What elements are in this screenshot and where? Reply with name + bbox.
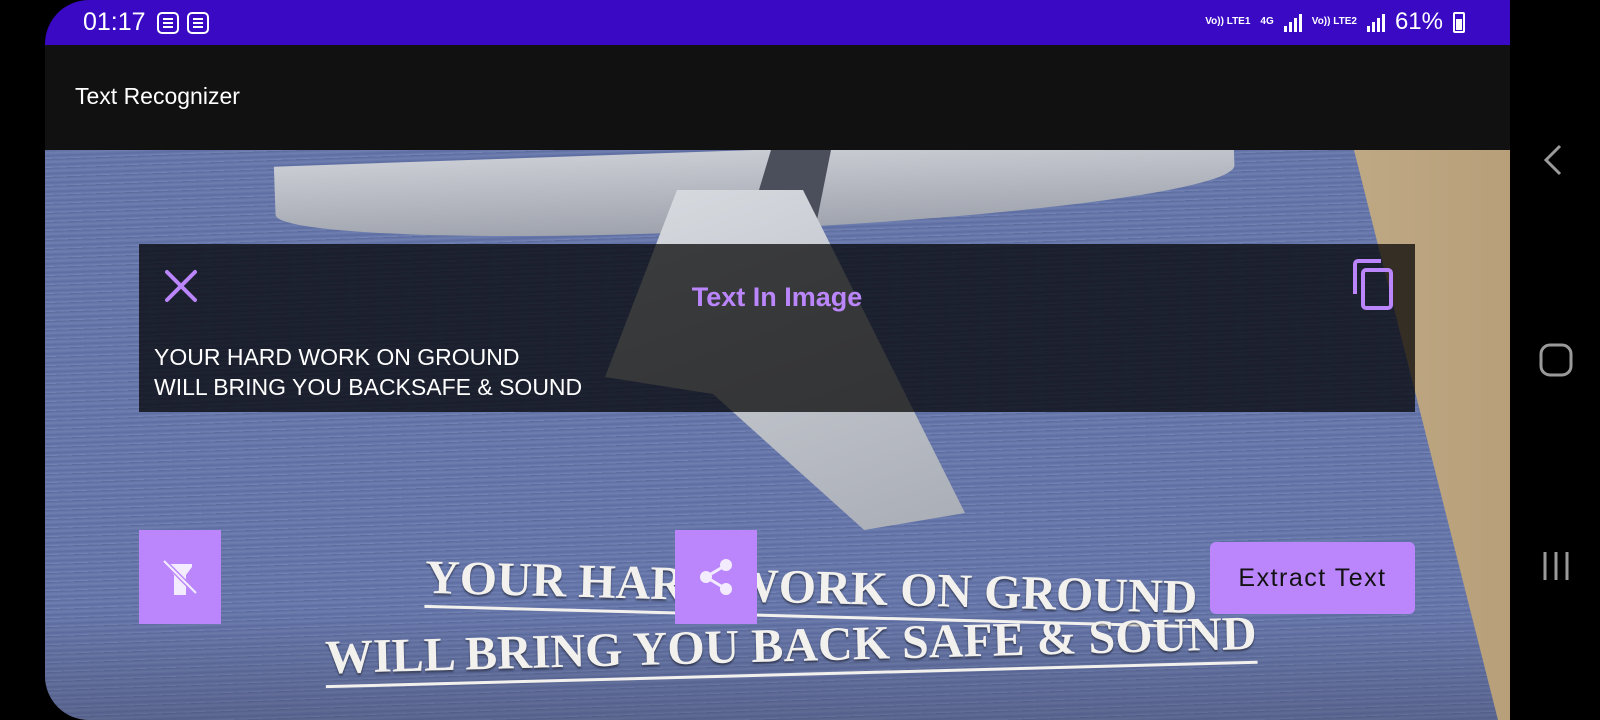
share-icon [700, 559, 732, 595]
status-bar: 01:17 Vo)) LTE1 4G Vo)) LTE2 61% [45, 0, 1510, 45]
network-lte1: Vo)) LTE1 [1205, 16, 1251, 27]
notification-icon [157, 12, 179, 34]
system-nav-bar [1510, 0, 1600, 720]
result-panel: Text In Image YOUR HARD WORK ON GROUND W… [139, 244, 1415, 412]
notification-icon [187, 12, 209, 34]
recognized-text[interactable]: YOUR HARD WORK ON GROUND WILL BRING YOU … [154, 342, 582, 402]
home-icon[interactable] [1538, 342, 1574, 378]
signal-icon [1366, 12, 1385, 32]
network-lte2: Vo)) LTE2 [1311, 16, 1357, 27]
flashlight-off-icon [162, 559, 198, 595]
app-screen: 01:17 Vo)) LTE1 4G Vo)) LTE2 61% Text Re… [45, 0, 1510, 720]
panel-title: Text In Image [691, 282, 863, 312]
recents-icon[interactable] [1538, 548, 1574, 584]
signal-icon [1283, 12, 1302, 32]
battery-percent: 61% [1394, 8, 1443, 35]
back-icon[interactable] [1538, 140, 1570, 180]
camera-preview: YOUR HARD WORK ON GROUND WILL BRING YOU … [45, 150, 1510, 720]
copy-icon[interactable] [1349, 258, 1397, 312]
battery-icon [1453, 11, 1465, 33]
extract-text-button[interactable]: Extract Text [1210, 542, 1415, 614]
flashlight-toggle-button[interactable] [139, 530, 221, 624]
background-wall [1354, 150, 1510, 720]
status-indicators: Vo)) LTE1 4G Vo)) LTE2 61% [1205, 8, 1465, 36]
app-bar: Text Recognizer [45, 45, 1510, 150]
status-time: 01:17 [83, 8, 146, 36]
network-4g: 4G [1260, 16, 1274, 27]
share-button[interactable] [675, 530, 757, 624]
app-title: Text Recognizer [75, 83, 240, 109]
poster-text-line2: WILL BRING YOU BACK SAFE & SOUND [324, 605, 1258, 689]
